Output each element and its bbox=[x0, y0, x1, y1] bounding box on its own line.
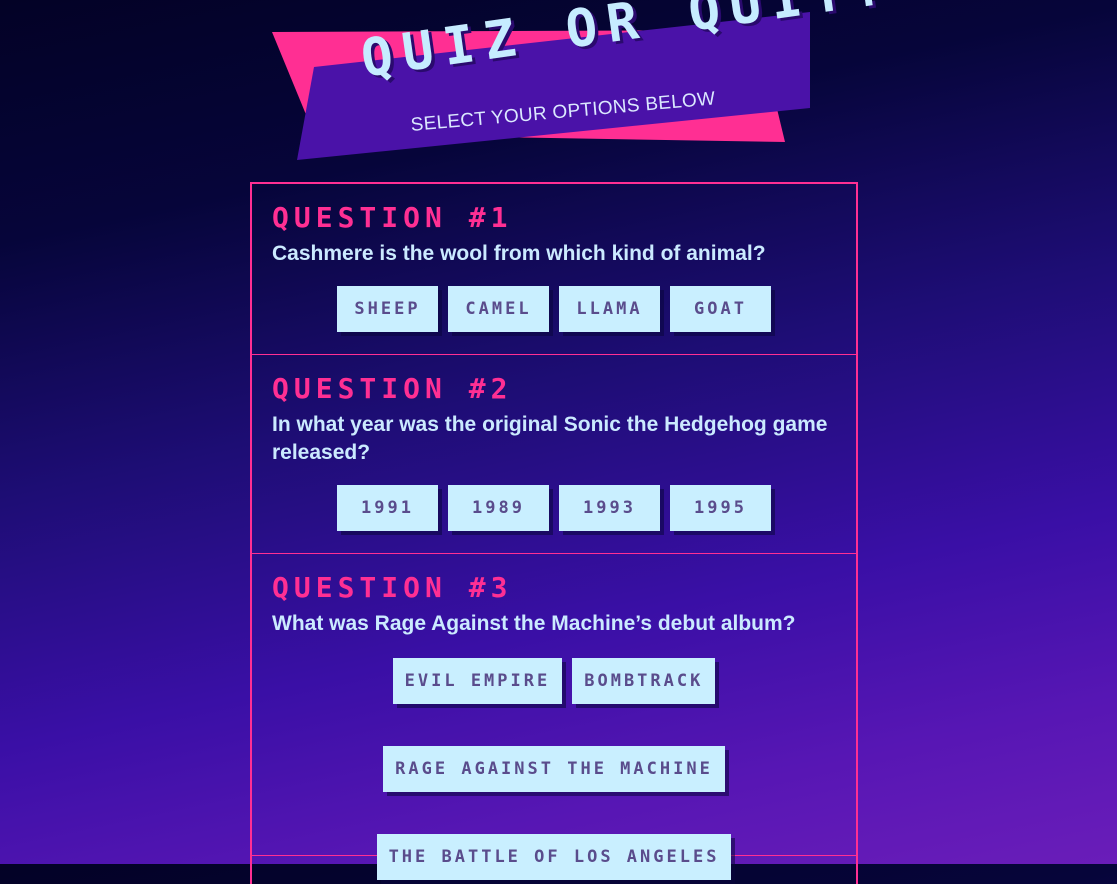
question-1-options: SHEEP CAMEL LLAMA GOAT bbox=[272, 286, 836, 332]
question-3-label: QUESTION #3 bbox=[272, 571, 513, 604]
answer-rage-against-the-machine-button[interactable]: RAGE AGAINST THE MACHINE bbox=[383, 746, 725, 792]
question-1-text: Cashmere is the wool from which kind of … bbox=[272, 242, 766, 265]
question-3: QUESTION #3 What was Rage Against the Ma… bbox=[252, 554, 856, 880]
answer-camel-button[interactable]: CAMEL bbox=[448, 286, 549, 332]
answer-battle-of-los-angeles-button[interactable]: THE BATTLE OF LOS ANGELES bbox=[376, 834, 732, 880]
answer-1991-button[interactable]: 1991 bbox=[337, 485, 438, 531]
answer-goat-button[interactable]: GOAT bbox=[670, 286, 771, 332]
answer-bombtrack-button[interactable]: BOMBTRACK bbox=[572, 658, 716, 704]
quiz-card: QUESTION #1 Cashmere is the wool from wh… bbox=[250, 182, 858, 884]
answer-llama-button[interactable]: LLAMA bbox=[559, 286, 660, 332]
answer-1995-button[interactable]: 1995 bbox=[670, 485, 771, 531]
question-2-label: QUESTION #2 bbox=[272, 372, 513, 405]
question-3-options: EVIL EMPIRE BOMBTRACK RAGE AGAINST THE M… bbox=[272, 658, 836, 880]
answer-1993-button[interactable]: 1993 bbox=[559, 485, 660, 531]
question-1-label: QUESTION #1 bbox=[272, 201, 513, 234]
answer-evil-empire-button[interactable]: EVIL EMPIRE bbox=[392, 658, 563, 704]
question-1: QUESTION #1 Cashmere is the wool from wh… bbox=[252, 184, 856, 355]
answer-sheep-button[interactable]: SHEEP bbox=[337, 286, 438, 332]
question-3-text: What was Rage Against the Machine’s debu… bbox=[272, 612, 796, 635]
question-2-text: In what year was the original Sonic the … bbox=[272, 413, 828, 464]
answer-1989-button[interactable]: 1989 bbox=[448, 485, 549, 531]
question-2-options: 1991 1989 1993 1995 bbox=[272, 485, 836, 531]
quiz-banner: QUIZ OR QUIT? SELECT YOUR OPTIONS BELOW bbox=[270, 0, 898, 164]
question-2: QUESTION #2 In what year was the origina… bbox=[252, 355, 856, 554]
